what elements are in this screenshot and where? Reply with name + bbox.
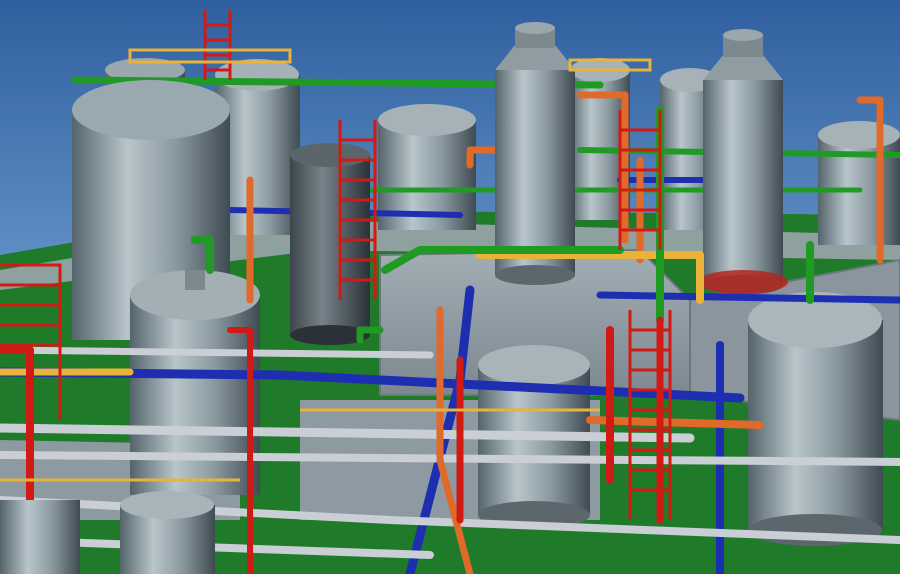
column-left [495,22,575,285]
plant-3d-scene [0,0,900,574]
vessel-front-left [130,270,260,495]
vessel-dark-center [290,143,370,345]
vessel-front-right [748,292,883,546]
vessel [818,121,900,245]
